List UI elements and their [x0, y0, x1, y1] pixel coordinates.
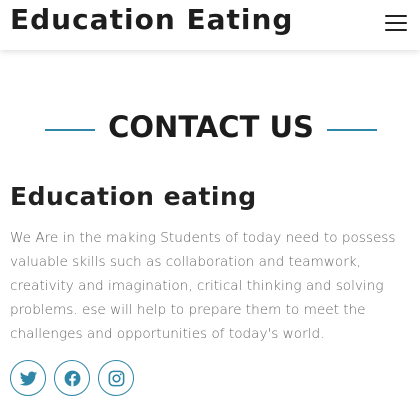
site-header: Education Eating: [0, 0, 420, 50]
instagram-icon: [108, 370, 124, 386]
contact-heading-row: CONTACT US: [0, 108, 420, 152]
twitter-link[interactable]: [10, 360, 46, 396]
hamburger-menu-icon[interactable]: [385, 15, 407, 33]
site-brand[interactable]: Education Eating: [10, 3, 293, 36]
instagram-link[interactable]: [98, 360, 134, 396]
facebook-icon: [64, 370, 80, 386]
contact-heading: CONTACT US: [108, 110, 314, 144]
heading-divider-left: [45, 129, 95, 131]
contact-description: We Are in the making Students of today n…: [10, 230, 396, 342]
heading-divider-right: [327, 129, 377, 131]
social-links: [10, 360, 134, 398]
twitter-icon: [19, 371, 37, 386]
contact-title: Education eating: [10, 182, 257, 211]
facebook-link[interactable]: [54, 360, 90, 396]
